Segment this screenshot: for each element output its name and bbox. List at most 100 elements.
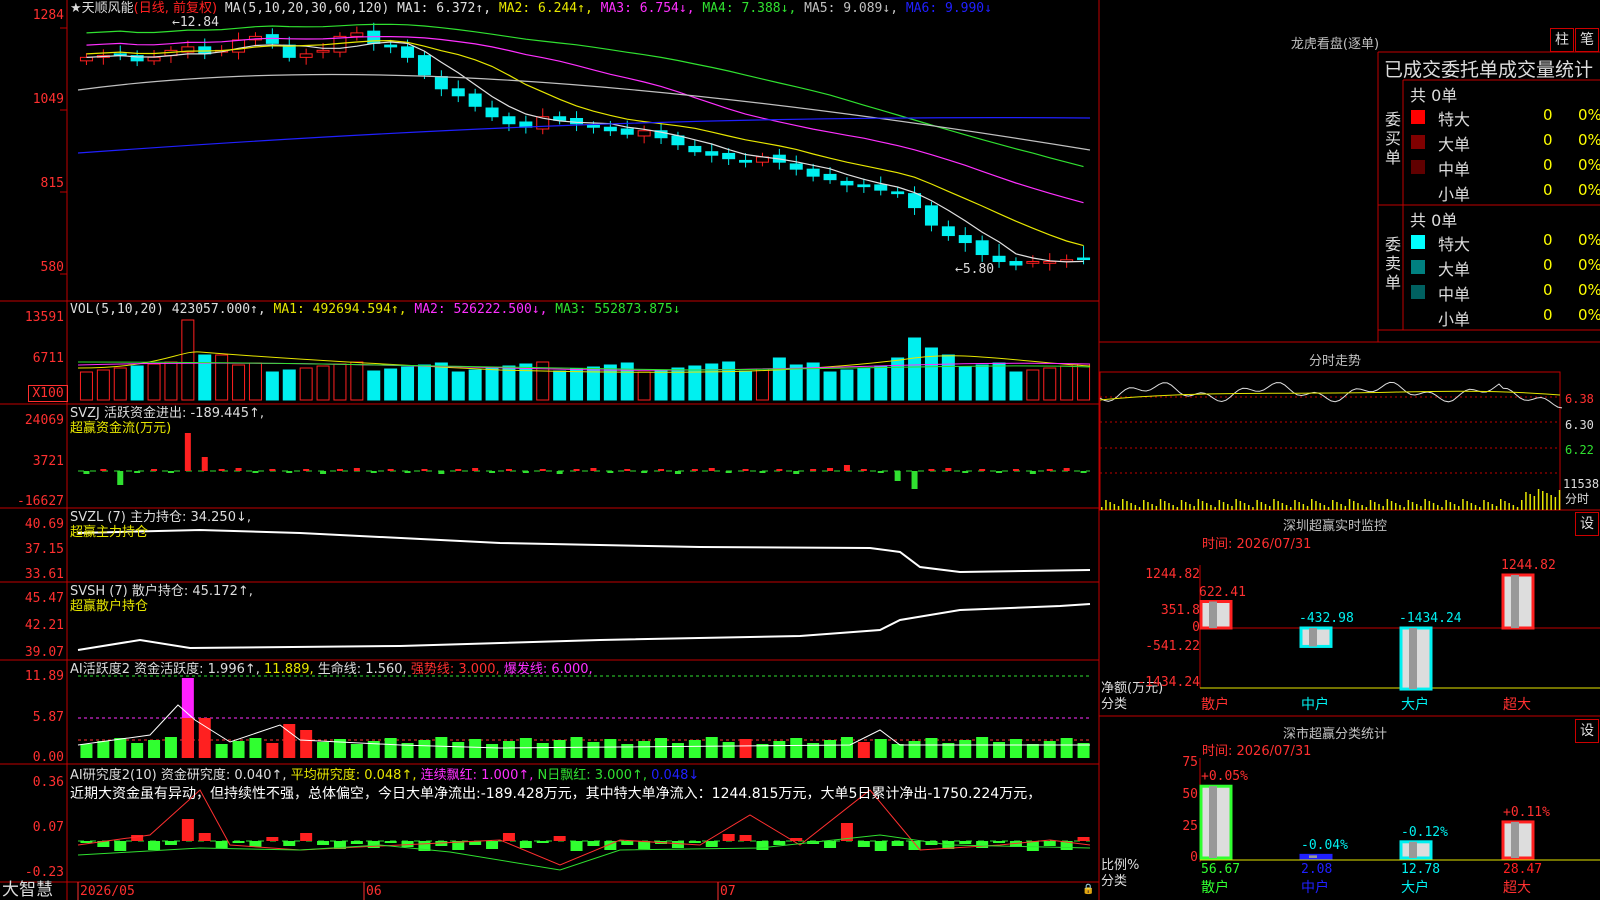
period-label[interactable]: (日线, 前复权): [134, 1, 217, 16]
svzj-bar: [928, 469, 935, 471]
classify-category-label: 中户: [1301, 880, 1329, 896]
classify-time: 时间: 2026/07/31: [1202, 744, 1312, 759]
buy-row-value: 0: [1543, 106, 1553, 124]
svzj-bar: [421, 469, 428, 471]
ai1-bar: [164, 737, 177, 758]
vol-axis-2: 6711: [32, 351, 64, 366]
svzj-bar: [489, 471, 496, 473]
buy-row-name: 小单: [1438, 185, 1471, 204]
ai2-bar: [283, 841, 296, 846]
minute-vol-bar: [1449, 502, 1452, 510]
minute-vol-bar: [1386, 499, 1389, 510]
svzj-bar: [624, 469, 631, 471]
candle-body: [823, 173, 837, 181]
sell-total: 共 0单: [1410, 211, 1458, 230]
svzj-bar: [455, 469, 462, 471]
volume-bar: [113, 367, 127, 401]
minute-vol-bar: [1470, 503, 1473, 510]
volume-bar: [654, 369, 668, 401]
ai2-bar: [198, 833, 211, 841]
volume-bar: [1043, 367, 1057, 401]
buy-row-name: 大单: [1438, 135, 1471, 154]
candle-body: [840, 180, 854, 186]
sell-row-value: 0: [1543, 281, 1553, 299]
ai1-bar: [874, 739, 887, 758]
volume-bar: [215, 354, 229, 401]
minute-vol-bar: [1218, 500, 1221, 510]
ai2-bar: [993, 841, 1006, 843]
volume-bar: [772, 357, 786, 401]
minute-vol-bar: [1516, 507, 1519, 510]
minute-vol-bar: [1180, 500, 1183, 510]
monitor-bar-label: 1244.82: [1501, 558, 1556, 573]
buy-color-swatch: [1411, 110, 1425, 124]
volume-bar: [299, 367, 313, 401]
candle-body: [299, 53, 313, 58]
ai1-bar: [1060, 738, 1073, 758]
minute-vol-bar: [1378, 504, 1380, 510]
ai1-bar: [502, 741, 515, 758]
volume-bar: [789, 364, 803, 401]
svzj-bar: [843, 465, 850, 471]
classify-value-label: 28.47: [1503, 862, 1543, 877]
ai1-bar: [536, 743, 549, 758]
buy-row-name: 特大: [1438, 110, 1471, 129]
minute-vol-bar: [1290, 507, 1292, 510]
buy-row-percent: 0%: [1578, 181, 1600, 199]
minute-vol-bar: [1390, 501, 1393, 510]
minute-vol-bar: [1243, 503, 1246, 510]
minute-vol-bar: [1101, 507, 1103, 510]
lock-icon: 🔒: [1082, 884, 1095, 895]
volume-bar: [857, 367, 871, 401]
candle-body: [857, 184, 871, 188]
minute-vol-bar: [1147, 502, 1149, 510]
high-note: ←12.84: [172, 15, 219, 30]
svzj-bar: [911, 471, 918, 489]
minute-vol-bar: [1227, 504, 1229, 510]
vol-value: 423057.000↑,: [171, 302, 266, 317]
low-note: ←5.80: [955, 262, 995, 277]
minute-vol-bar: [1193, 506, 1195, 510]
chart-canvas[interactable]: [0, 0, 1600, 900]
svzj-bar: [1080, 471, 1087, 473]
minute-vol-bar: [1315, 501, 1317, 510]
minute-vol-bar: [1311, 499, 1313, 510]
minute-vol-bar: [1432, 503, 1435, 510]
svzl-line: [77, 528, 1091, 574]
bar-mode-button[interactable]: 柱: [1550, 28, 1574, 52]
volume-bar: [468, 369, 482, 401]
sell-row-percent: 0%: [1578, 231, 1600, 249]
volume-bar: [519, 363, 533, 401]
volume-bar: [316, 365, 330, 401]
classify-value-label: 2.08: [1301, 862, 1333, 877]
buy-row-value: 0: [1543, 181, 1553, 199]
ai2-bar: [536, 841, 549, 843]
candle-body: [502, 116, 516, 125]
svzl-axis-2: 37.15: [24, 542, 64, 557]
volume-bar: [232, 364, 246, 401]
volume-bar: [485, 367, 499, 401]
sell-row-name: 中单: [1438, 285, 1471, 304]
minute-axis-1: 6.38: [1565, 392, 1594, 406]
minute-vol-bar: [1445, 500, 1447, 510]
svzj-bar: [793, 471, 800, 474]
monitor-settings-button[interactable]: 设: [1575, 512, 1599, 536]
sell-color-swatch: [1411, 235, 1425, 249]
minute-vol-bar: [1458, 506, 1460, 510]
ai1-bar: [840, 737, 853, 758]
minute-vol-bar: [1113, 504, 1116, 510]
minute-vol-bar: [1437, 505, 1439, 510]
classify-category-label: 超大: [1503, 880, 1531, 896]
ai1-bar: [114, 738, 127, 758]
ai1-bar: [722, 742, 735, 758]
tick-mode-button[interactable]: 笔: [1575, 28, 1599, 52]
svzj-bar: [827, 468, 834, 471]
svzl-axis-3: 33.61: [24, 567, 64, 582]
price-axis-1: 1284: [32, 8, 64, 23]
ai2-bar: [824, 841, 837, 848]
stock-title: ★天顺风能: [70, 1, 134, 16]
ai2-bar: [1043, 841, 1056, 846]
ai2-bar: [114, 841, 127, 851]
vol-unit-button[interactable]: X100: [28, 385, 68, 402]
classify-settings-button[interactable]: 设: [1575, 719, 1599, 743]
